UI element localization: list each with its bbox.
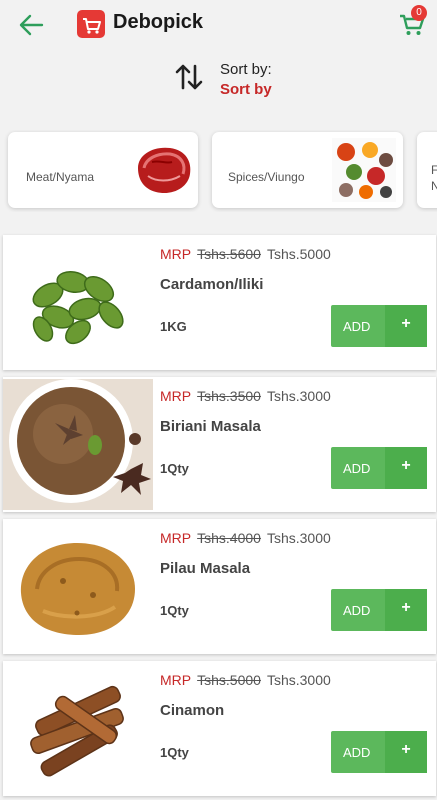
add-label: ADD <box>343 461 371 476</box>
price-row: MRP Tshs.5000 Tshs.3000 <box>160 672 331 688</box>
plus-icon: + <box>401 599 411 616</box>
mrp-label: MRP <box>160 388 192 404</box>
add-label: ADD <box>343 745 371 760</box>
mrp-label: MRP <box>160 672 192 688</box>
category-label: F N <box>431 163 437 193</box>
plus-icon: + <box>401 741 411 758</box>
category-label: Meat/Nyama <box>26 170 95 184</box>
cart-count-badge: 0 <box>411 5 427 21</box>
add-to-cart-button[interactable]: ADD + <box>331 305 427 347</box>
product-card-pilau-masala[interactable]: MRP Tshs.4000 Tshs.3000 Pilau Masala 1Qty … <box>3 519 436 654</box>
app-header: Debopick 0 <box>0 0 437 50</box>
price-row: MRP Tshs.3500 Tshs.3000 <box>160 388 331 404</box>
pilau-masala-image <box>3 521 153 652</box>
plus-button[interactable]: + <box>385 447 427 489</box>
app-logo-icon <box>77 10 105 38</box>
product-quantity: 1Qty <box>160 745 189 760</box>
old-price: Tshs.5600 <box>197 246 261 262</box>
category-card-spices[interactable]: Spices/Viungo <box>212 132 403 208</box>
product-card-biriani-masala[interactable]: MRP Tshs.3500 Tshs.3000 Biriani Masala 1Qt… <box>3 377 436 512</box>
old-price: Tshs.3500 <box>197 388 261 404</box>
current-price: Tshs.3000 <box>266 388 331 404</box>
add-label: ADD <box>343 603 371 618</box>
price-row: MRP Tshs.5600 Tshs.5000 <box>160 246 331 262</box>
price-row: MRP Tshs.4000 Tshs.3000 <box>160 530 331 546</box>
product-card-cinamon[interactable]: MRP Tshs.5000 Tshs.3000 Cinamon 1Qty ADD + <box>3 661 436 796</box>
add-label: ADD <box>343 319 371 334</box>
add-to-cart-button[interactable]: ADD + <box>331 589 427 631</box>
category-strip[interactable]: Meat/Nyama Spices/Viungo F N <box>0 130 437 212</box>
biriani-masala-image <box>3 379 153 510</box>
old-price: Tshs.4000 <box>197 530 261 546</box>
sort-icon <box>175 64 203 90</box>
meat-image <box>138 147 191 194</box>
product-name: Cardamon/Iliki <box>160 276 264 293</box>
plus-button[interactable]: + <box>385 305 427 347</box>
cinamon-image <box>3 663 153 794</box>
product-quantity: 1Qty <box>160 603 189 618</box>
mrp-label: MRP <box>160 246 192 262</box>
category-card-partial[interactable]: F N <box>417 132 437 208</box>
add-to-cart-button[interactable]: ADD + <box>331 731 427 773</box>
sort-label: Sort by: <box>220 61 272 78</box>
current-price: Tshs.3000 <box>266 530 331 546</box>
plus-button[interactable]: + <box>385 731 427 773</box>
product-quantity: 1KG <box>160 319 187 334</box>
product-name: Biriani Masala <box>160 418 261 435</box>
sort-value: Sort by <box>220 81 272 98</box>
cardamon-image <box>3 237 153 368</box>
current-price: Tshs.3000 <box>266 672 331 688</box>
product-name: Pilau Masala <box>160 560 251 577</box>
category-label: Spices/Viungo <box>228 170 305 184</box>
category-card-meat[interactable]: Meat/Nyama <box>8 132 198 208</box>
plus-icon: + <box>401 315 411 332</box>
current-price: Tshs.5000 <box>266 246 331 262</box>
sort-button[interactable]: Sort by: Sort by <box>172 58 312 104</box>
old-price: Tshs.5000 <box>197 672 261 688</box>
mrp-label: MRP <box>160 530 192 546</box>
plus-button[interactable]: + <box>385 589 427 631</box>
back-arrow-icon[interactable] <box>16 10 46 40</box>
add-to-cart-button[interactable]: ADD + <box>331 447 427 489</box>
product-name: Cinamon <box>160 702 225 719</box>
app-title: Debopick <box>113 11 204 33</box>
product-quantity: 1Qty <box>160 461 189 476</box>
product-card-cardamon[interactable]: MRP Tshs.5600 Tshs.5000 Cardamon/Iliki 1KG… <box>3 235 436 370</box>
spices-image <box>332 138 396 202</box>
plus-icon: + <box>401 457 411 474</box>
